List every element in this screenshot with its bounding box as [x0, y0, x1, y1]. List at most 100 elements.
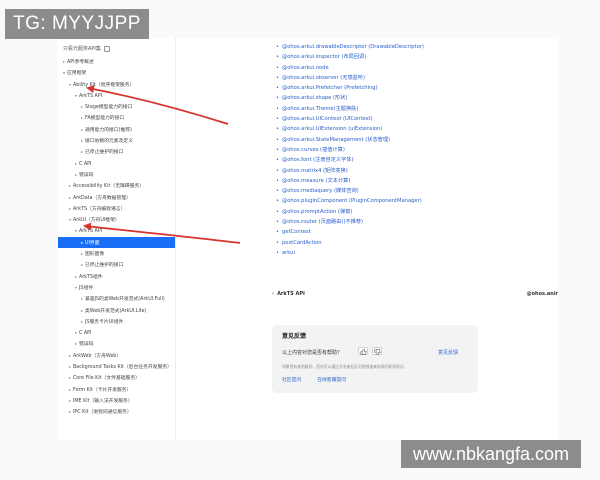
sidebar-item-label: Stage模型能力的接口 — [85, 105, 133, 111]
feedback-panel: 意见反馈 以上内容对您是否有帮助？ 意见反馈 如果您有其他疑问，您也可以通过开发… — [272, 325, 478, 393]
sidebar-item[interactable]: ▾ ArkTS API — [58, 225, 175, 236]
sidebar-item[interactable]: ▸ C API — [58, 158, 175, 169]
module-link[interactable]: • @ohos.arkui.observer (无感监听) — [276, 73, 424, 83]
module-link-label: @ohos.curves (插值计算) — [282, 146, 345, 153]
module-link-label: arkui — [282, 249, 295, 256]
module-link[interactable]: • @ohos.arkui.drawableDescriptor (Drawabl… — [276, 42, 424, 52]
sidebar-item-label: Background Tasks Kit（后台任务开发服务） — [73, 365, 172, 371]
sidebar-item-label: Ability Kit（程序框架服务） — [73, 82, 135, 88]
sidebar-item[interactable]: ▸ C API — [58, 327, 175, 338]
module-link[interactable]: • @ohos.arkui.UIExtension (uiExtension) — [276, 124, 424, 134]
module-link[interactable]: • @ohos.arkui.shape (形状) — [276, 93, 424, 103]
sidebar-item-label: ArkData（方舟数据管理） — [73, 195, 131, 201]
sidebar-item-label: IPC Kit（进程间通信服务） — [73, 410, 132, 416]
thumbs-down-button[interactable] — [372, 347, 382, 355]
next-page-link[interactable]: @ohos.anir — [527, 291, 558, 297]
module-link-label: @ohos.arkui.drawableDescriptor (Drawable… — [282, 44, 424, 50]
module-link-label: @ohos.measure (文本计算) — [282, 177, 351, 184]
sidebar-item[interactable]: ▸ Stage模型能力的接口 — [58, 101, 175, 112]
sidebar-item-label: UI界面 — [85, 240, 100, 246]
sidebar-item[interactable]: ▸ Form Kit（卡片开发服务） — [58, 384, 175, 395]
feedback-description: 如果您有其他疑问，您也可以通过开发者社区问答频道来和我们联系探讨。 — [282, 364, 408, 369]
sidebar-item[interactable]: ▸ ArkWeb（方舟Web） — [58, 350, 175, 361]
sidebar-item[interactable]: ▸ IPC Kit（进程间通信服务） — [58, 406, 175, 417]
thumbs-up-icon — [360, 348, 367, 355]
community-question-link[interactable]: 社区提问 — [282, 376, 301, 383]
sidebar-item-label: 错误码 — [79, 172, 94, 178]
sidebar-item-label: ArkTS组件 — [79, 274, 103, 280]
sidebar-item[interactable]: ▸ 已停止维护的接口 — [58, 146, 175, 157]
sidebar-item[interactable]: ▸ Background Tasks Kit（后台任务开发服务） — [58, 361, 175, 372]
module-link[interactable]: • postCardAction — [276, 238, 424, 248]
sidebar: 只看元服务API集 ▸ API参考概述 ▾ 应用框架 ▾ Ability Kit（程序框架… — [58, 38, 176, 440]
sidebar-item[interactable]: ▸ Core File Kit（文件基础服务） — [58, 372, 175, 383]
module-link[interactable]: • @ohos.font (注册自定义字体) — [276, 155, 424, 165]
sidebar-item-label: Accessibility Kit（无障碍服务） — [73, 184, 144, 190]
module-link[interactable]: • @ohos.arkui.UIContext (UIContext) — [276, 114, 424, 124]
sidebar-item[interactable]: ▾ Ability Kit（程序框架服务） — [58, 79, 175, 90]
feedback-question: 以上内容对您是否有帮助？ — [282, 350, 343, 356]
sidebar-item[interactable]: ▸ API参考概述 — [58, 56, 175, 67]
sidebar-item[interactable]: ▸ 通用能力的接口(推荐) — [58, 124, 175, 135]
sidebar-item-label: ArkTS API — [79, 93, 103, 99]
sidebar-item[interactable]: ▸ IME Kit（输入法开发服务） — [58, 395, 175, 406]
thumbs-up-button[interactable] — [358, 347, 368, 355]
sidebar-item[interactable]: ▸ UI界面 — [58, 236, 175, 249]
page-navigation: ‹ ArkTS API @ohos.anir — [272, 291, 558, 301]
module-link[interactable]: • @ohos.arkui.StateManagement (状态管理) — [276, 135, 424, 145]
atomic-service-filter[interactable]: 只看元服务API集 — [63, 45, 110, 52]
sidebar-item[interactable]: ▾ ArkTS API — [58, 90, 175, 101]
main-content: • @ohos.arkui.drawableDescriptor (Drawabl… — [176, 38, 558, 440]
filter-checkbox[interactable] — [103, 45, 110, 52]
feedback-actions: 社区提问 在线客服提问 — [282, 376, 346, 383]
sidebar-item[interactable]: ▸ ArkTS组件 — [58, 271, 175, 282]
sidebar-item-label: 错误码 — [79, 342, 94, 348]
module-link[interactable]: • @ohos.curves (插值计算) — [276, 145, 424, 155]
module-link-label: @ohos.router (页面路由)(不推荐) — [282, 219, 364, 226]
sidebar-item-label: ArkUI（方舟UI框架） — [73, 218, 120, 224]
module-link-label: @ohos.promptAction (弹窗) — [282, 208, 353, 215]
module-link[interactable]: • @ohos.pluginComponent (PluginComponentM… — [276, 196, 424, 206]
sidebar-item-label: Core File Kit（文件基础服务） — [73, 376, 140, 382]
module-link[interactable]: • @ohos.arkui.Theme(主题换肤) — [276, 104, 424, 114]
filter-label: 只看元服务API集 — [63, 46, 101, 52]
sidebar-item[interactable]: ▸ 已停止维护的接口 — [58, 259, 175, 270]
photo-frame: 只看元服务API集 ▸ API参考概述 ▾ 应用框架 ▾ Ability Kit（程序框架… — [0, 0, 600, 480]
sidebar-item[interactable]: ▾ 应用框架 — [58, 67, 175, 78]
sidebar-item[interactable]: ▸ ArkTS（方舟编程语言） — [58, 203, 175, 214]
sidebar-item[interactable]: ▸ JS服务卡片UI组件 — [58, 316, 175, 327]
module-link-label: @ohos.arkui.UIContext (UIContext) — [282, 116, 373, 123]
module-link[interactable]: • @ohos.router (页面路由)(不推荐) — [276, 217, 424, 227]
sidebar-item[interactable]: ▸ ArkData（方舟数据管理） — [58, 192, 175, 203]
sidebar-item[interactable]: ▸ 类Web开发范式(ArkUI.Lite) — [58, 305, 175, 316]
module-link[interactable]: • arkui — [276, 248, 424, 258]
module-link-label: @ohos.arkui.StateManagement (状态管理) — [282, 136, 391, 143]
watermark-bottom: www.nbkangfa.com — [401, 440, 581, 468]
feedback-rating — [358, 347, 382, 355]
sidebar-item[interactable]: ▸ 错误码 — [58, 338, 175, 349]
module-link[interactable]: • @ohos.measure (文本计算) — [276, 176, 424, 186]
module-link-label: postCardAction — [282, 239, 322, 246]
module-link[interactable]: • @ohos.arkui.Prefetcher (Prefetching) — [276, 83, 424, 93]
article: • @ohos.arkui.drawableDescriptor (Drawabl… — [176, 38, 558, 440]
sidebar-item[interactable]: ▸ 图形图像 — [58, 248, 175, 259]
sidebar-item-label: 通用能力的接口(推荐) — [85, 127, 132, 133]
sidebar-item[interactable]: ▸ 接口依赖的元素及定义 — [58, 135, 175, 146]
sidebar-item[interactable]: ▸ Accessibility Kit（无障碍服务） — [58, 180, 175, 191]
module-link[interactable]: • @ohos.arkui.node — [276, 63, 424, 73]
sidebar-item[interactable]: ▾ JS组件 — [58, 282, 175, 293]
module-link[interactable]: • getContext — [276, 227, 424, 237]
module-link[interactable]: • @ohos.promptAction (弹窗) — [276, 207, 424, 217]
module-link[interactable]: • @ohos.arkui.inspector (布局回调) — [276, 52, 424, 62]
module-link[interactable]: • @ohos.mediaquery (媒体查询) — [276, 186, 424, 196]
online-support-link[interactable]: 在线客服提问 — [317, 376, 346, 383]
sidebar-item[interactable]: ▸ 错误码 — [58, 169, 175, 180]
prev-page-label: ArkTS API — [277, 291, 305, 297]
sidebar-item[interactable]: ▸ 兼容JS的类Web开发范式(ArkUI.Full) — [58, 293, 175, 304]
suggest-link[interactable]: 意见反馈 — [438, 349, 458, 356]
module-link-label: @ohos.arkui.observer (无感监听) — [282, 74, 366, 81]
sidebar-item[interactable]: ▸ FA模型能力的接口 — [58, 112, 175, 123]
module-link[interactable]: • @ohos.matrix4 (矩阵变换) — [276, 166, 424, 176]
sidebar-item[interactable]: ▾ ArkUI（方舟UI框架） — [58, 214, 175, 225]
prev-page-link[interactable]: ‹ ArkTS API — [272, 291, 305, 297]
